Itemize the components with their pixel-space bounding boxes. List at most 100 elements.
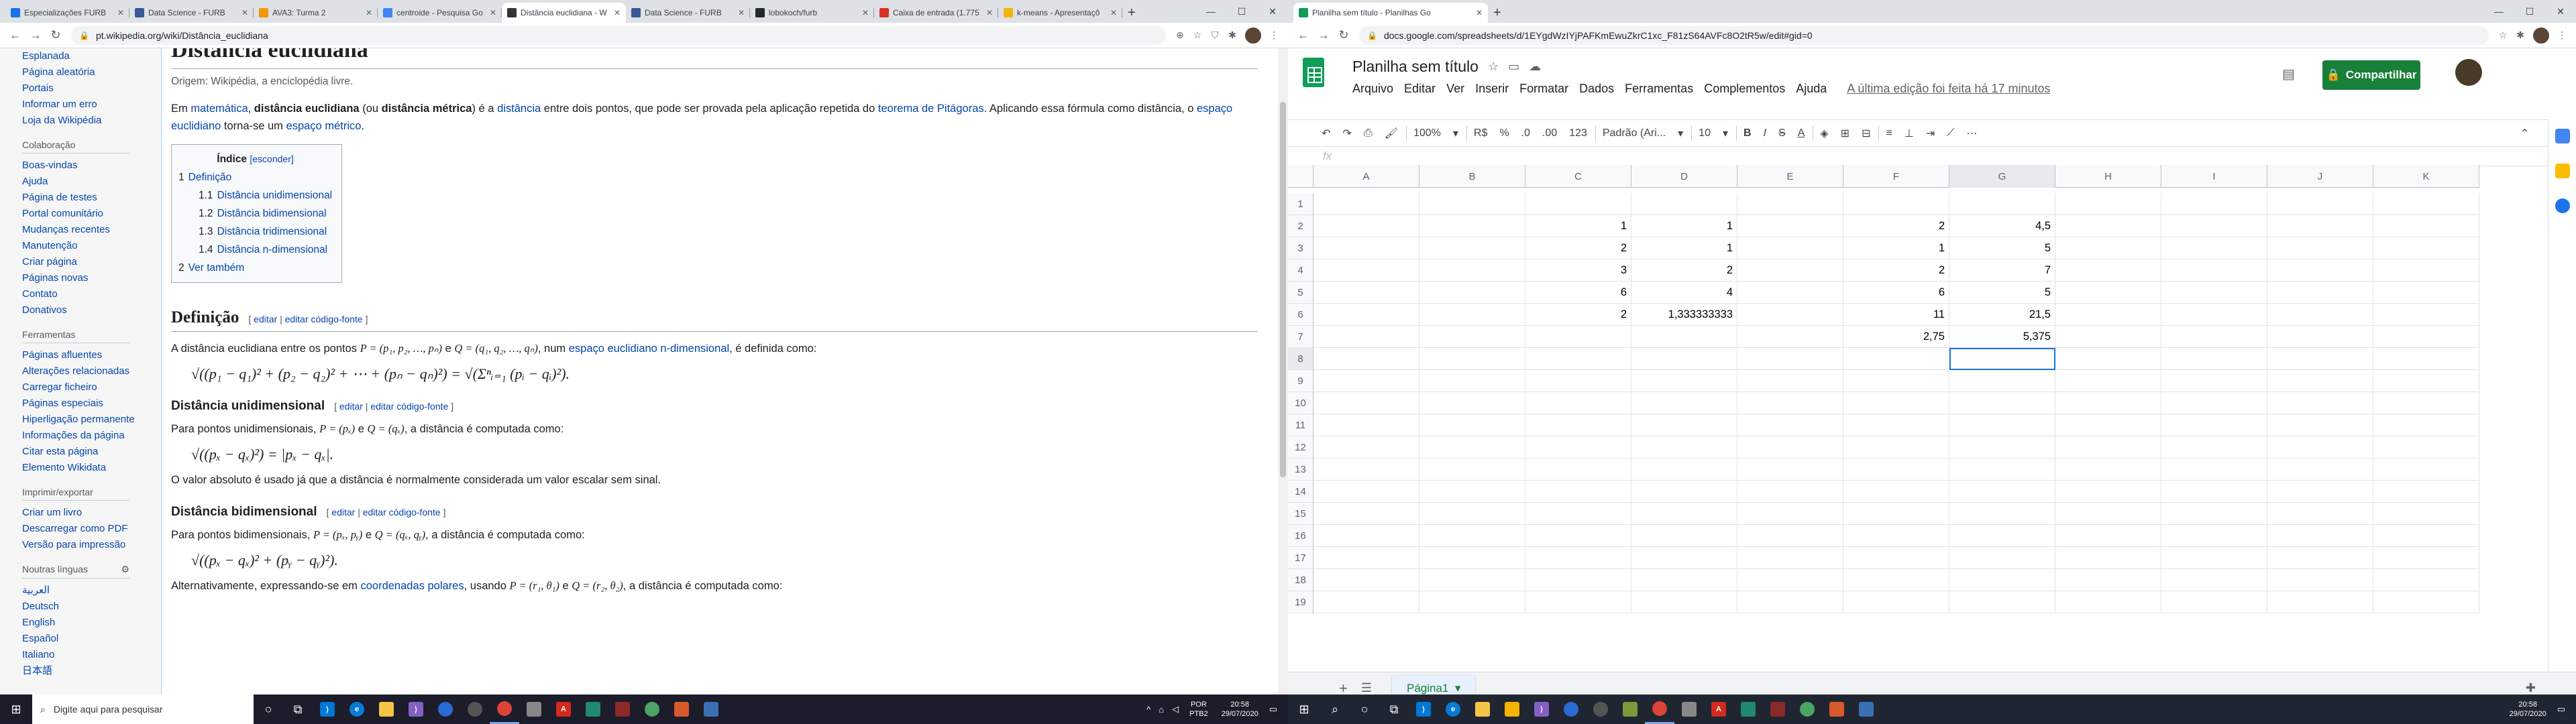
browser-tab[interactable]: Planilha sem título - Planilhas Go ✕ [1293,3,1488,23]
grid-cell[interactable] [1949,392,2055,414]
keep-icon[interactable] [2555,164,2570,178]
column-header[interactable]: J [2267,165,2373,188]
grid-cell[interactable]: 4,5 [1949,215,2055,237]
minimize-icon[interactable]: — [1195,0,1226,23]
grid-cell[interactable] [1525,414,1631,436]
grid-cell[interactable] [1949,414,2055,436]
grid-cell[interactable] [2373,193,2479,215]
grid-cell[interactable] [1737,436,1843,459]
grid-cell[interactable] [2373,370,2479,392]
grid-cell[interactable] [2055,436,2161,459]
menu-item[interactable]: Ferramentas [1625,82,1693,96]
grid-cell[interactable] [1949,459,2055,481]
grid-cell[interactable] [1419,569,1525,591]
row-header[interactable]: 6 [1288,304,1313,326]
grid-cell[interactable] [1419,481,1525,503]
app-icon[interactable] [1822,695,1851,724]
grid-cell[interactable] [2267,237,2373,259]
grid-cell[interactable] [2267,326,2373,348]
task-view-icon[interactable]: ⧉ [283,695,313,724]
grid-cell[interactable] [1525,591,1631,613]
edit-source-link[interactable]: editar código-fonte [370,401,448,412]
column-header[interactable]: G [1949,165,2055,188]
row-header[interactable]: 17 [1288,547,1313,569]
grid-cell[interactable] [1313,414,1419,436]
sidebar-link[interactable]: Descarregar como PDF [22,521,161,537]
grid-cell[interactable] [2055,326,2161,348]
grid-cell[interactable] [2373,282,2479,304]
grid-cell[interactable] [2161,215,2267,237]
browser-tab[interactable]: centroide - Pesquisa Go ✕ [378,3,502,23]
store-icon[interactable] [1497,695,1527,724]
grid-cell[interactable] [2267,370,2373,392]
paint-format-icon[interactable]: 🖌 [1385,127,1398,140]
grid-cell[interactable] [2267,304,2373,326]
grid-cell[interactable] [1737,259,1843,282]
sidebar-link[interactable]: Página de testes [22,190,161,206]
toc-link[interactable]: Ver também [189,262,245,274]
grid-cell[interactable] [1419,282,1525,304]
notification-icon[interactable]: ▭ [2557,704,2565,715]
grid-cell[interactable] [2373,525,2479,547]
app-icon[interactable] [696,695,726,724]
row-header[interactable]: 18 [1288,569,1313,591]
grid-cell[interactable] [2373,215,2479,237]
grid-cell[interactable] [1525,525,1631,547]
vertical-align-icon[interactable]: ⊥ [1904,127,1914,140]
grid-cell[interactable] [2055,193,2161,215]
back-icon[interactable]: ← [1293,25,1313,46]
grid-cell[interactable] [2373,304,2479,326]
sidebar-link[interactable]: Criar um livro [22,505,161,521]
grid-cell[interactable]: 2 [1631,259,1737,282]
edge-icon[interactable]: e [1438,695,1468,724]
grid-cell[interactable]: 21,5 [1949,304,2055,326]
grid-cell[interactable] [1631,370,1737,392]
grid-cell[interactable]: 4 [1631,282,1737,304]
profile-avatar[interactable] [1245,27,1261,44]
grid-cell[interactable] [1419,436,1525,459]
sidebar-link[interactable]: Citar esta página [22,444,161,460]
toc-toggle[interactable]: [esconder] [250,154,293,164]
move-folder-icon[interactable]: ▭ [1508,60,1519,74]
text-wrap-icon[interactable]: ⇥ [1926,127,1935,140]
menu-item[interactable]: Formatar [1519,82,1568,96]
grid-cell[interactable] [1313,503,1419,525]
grid-cell[interactable] [2267,348,2373,370]
grid-cell[interactable] [2373,547,2479,569]
grid-cell[interactable] [1525,459,1631,481]
column-header[interactable]: C [1525,165,1631,188]
fill-color-icon[interactable]: ◈ [1820,127,1828,140]
undo-icon[interactable]: ↶ [1322,127,1330,140]
visual-studio-icon[interactable]: ⟩ [401,695,431,724]
grid-cell[interactable] [2373,348,2479,370]
app-icon[interactable] [1851,695,1881,724]
grid-cell[interactable] [2055,525,2161,547]
app-icon[interactable] [667,695,696,724]
last-edit-link[interactable]: A última edição foi feita há 17 minutos [1847,82,2050,96]
grid-cell[interactable] [1631,503,1737,525]
grid-cell[interactable] [1843,525,1949,547]
merge-cells-icon[interactable]: ⊟ [1862,127,1870,140]
grid-cell[interactable] [1525,326,1631,348]
grid-cell[interactable] [1843,503,1949,525]
file-explorer-icon[interactable] [1468,695,1497,724]
sidebar-link[interactable]: Carregar ficheiro [22,379,161,396]
link-espaco-metrico[interactable]: espaço métrico [286,120,362,132]
tab-close-icon[interactable]: ✕ [1476,8,1483,17]
text-color-icon[interactable]: A [1798,127,1805,139]
windows-start-icon[interactable]: ⊞ [1288,695,1320,724]
grid-cell[interactable] [1419,392,1525,414]
row-header[interactable]: 11 [1288,414,1313,436]
grid-cell[interactable] [2373,503,2479,525]
grid-cell[interactable] [2161,348,2267,370]
grid-cell[interactable] [2161,436,2267,459]
grid-cell[interactable] [1737,237,1843,259]
minimize-icon[interactable]: — [2483,0,2514,23]
menu-item[interactable]: Inserir [1475,82,1509,96]
grid-cell[interactable] [2055,348,2161,370]
visual-studio-icon[interactable]: ⟩ [1527,695,1556,724]
grid-cell[interactable] [1313,215,1419,237]
grid-cell[interactable] [1843,193,1949,215]
sidebar-link[interactable]: Manutenção [22,238,161,254]
app-icon[interactable] [1556,695,1586,724]
